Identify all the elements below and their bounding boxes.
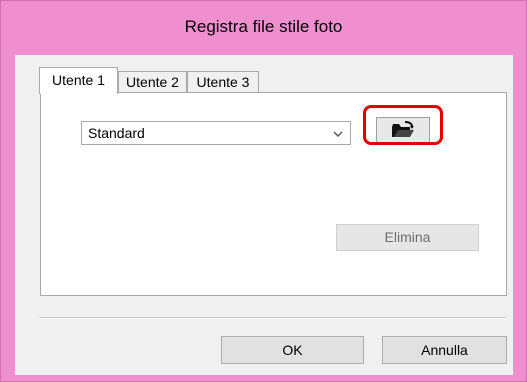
tab-utente-3[interactable]: Utente 3 — [187, 71, 259, 92]
tab-utente-1[interactable]: Utente 1 — [39, 67, 118, 94]
tab-panel: Standard Elimina — [40, 92, 507, 296]
picture-style-value: Standard — [88, 125, 145, 141]
dialog-window: Registra file stile foto Utente 1 Utente… — [0, 0, 527, 382]
chevron-down-icon — [330, 126, 346, 142]
highlight-annotation — [363, 105, 443, 145]
ok-button[interactable]: OK — [221, 336, 364, 364]
title-bar[interactable]: Registra file stile foto — [1, 1, 526, 55]
cancel-button[interactable]: Annulla — [382, 336, 507, 364]
separator — [39, 317, 507, 319]
delete-button[interactable]: Elimina — [336, 224, 479, 251]
dialog-client-area: Utente 1 Utente 2 Utente 3 Standard Elim… — [15, 55, 513, 375]
tab-utente-2[interactable]: Utente 2 — [118, 71, 187, 92]
window-title: Registra file stile foto — [184, 17, 343, 36]
picture-style-select[interactable]: Standard — [81, 121, 351, 145]
